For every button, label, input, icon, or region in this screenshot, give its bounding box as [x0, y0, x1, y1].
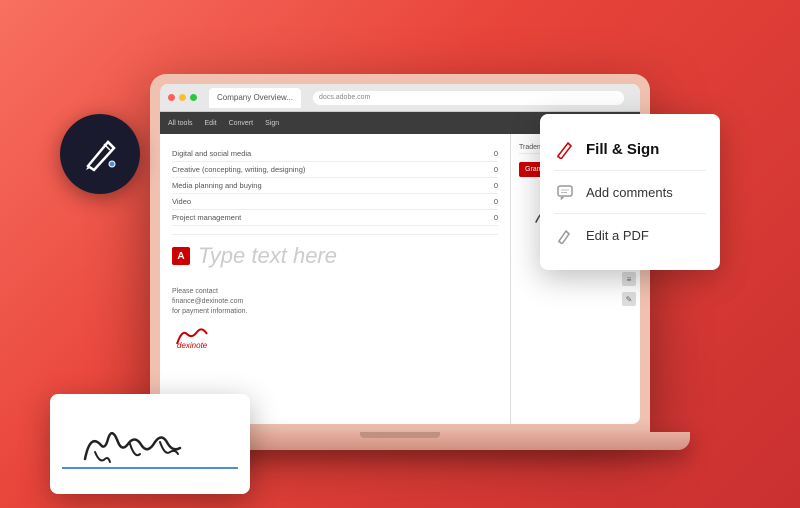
popup-fill-sign-item[interactable]: Fill & Sign — [554, 130, 706, 168]
browser-dot-green — [190, 94, 197, 101]
browser-chrome: Company Overview... docs.adobe.com — [160, 84, 640, 112]
pdf-side-icon-3[interactable]: ✎ — [622, 292, 636, 306]
svg-text:dexinote: dexinote — [177, 341, 208, 349]
type-placeholder: Type text here — [198, 243, 337, 269]
browser-dot-red — [168, 94, 175, 101]
popup-divider-1 — [554, 170, 706, 171]
browser-tab[interactable]: Company Overview... — [209, 88, 301, 108]
add-comments-label: Add comments — [586, 185, 673, 200]
table-row: Media planning and buying 0 — [172, 178, 498, 194]
fill-sign-circle-icon — [60, 114, 140, 194]
fill-sign-label: Fill & Sign — [586, 141, 659, 158]
toolbar-sign[interactable]: Sign — [265, 120, 279, 127]
popup-edit-pdf-item[interactable]: Edit a PDF — [554, 216, 706, 254]
adobe-logo-icon: A — [172, 247, 190, 265]
fill-sign-icon — [554, 138, 576, 160]
table-row: Video 0 — [172, 194, 498, 210]
signature-card — [50, 394, 250, 494]
table-row: Digital and social media 0 — [172, 146, 498, 162]
popup-add-comments-item[interactable]: Add comments — [554, 173, 706, 211]
add-comments-icon — [554, 181, 576, 203]
edit-pdf-label: Edit a PDF — [586, 228, 649, 243]
type-text-area[interactable]: A Type text here — [172, 234, 498, 277]
toolbar-all-tools[interactable]: All tools — [168, 120, 193, 127]
browser-dot-yellow — [179, 94, 186, 101]
toolbar-convert[interactable]: Convert — [229, 120, 254, 127]
table-row: Creative (concepting, writing, designing… — [172, 162, 498, 178]
signature-drawing — [70, 414, 230, 474]
fill-sign-popup: Fill & Sign Add comments — [540, 114, 720, 270]
pdf-side-icon-2[interactable]: ≡ — [622, 272, 636, 286]
toolbar-edit[interactable]: Edit — [205, 120, 217, 127]
popup-divider-2 — [554, 213, 706, 214]
pdf-content: Digital and social media 0 Creative (con… — [160, 134, 510, 424]
pdf-table: Digital and social media 0 Creative (con… — [172, 146, 498, 226]
table-row: Project management 0 — [172, 210, 498, 226]
signature-line — [62, 467, 238, 469]
pen-icon — [80, 134, 120, 174]
dexinote-logo: dexinote — [172, 324, 498, 352]
laptop-wrapper: Company Overview... docs.adobe.com All t… — [90, 54, 710, 474]
contact-info: Please contactfinance@dexinote.comfor pa… — [172, 287, 498, 316]
browser-url-bar[interactable]: docs.adobe.com — [313, 91, 624, 105]
edit-pdf-icon — [554, 224, 576, 246]
signature-inner — [50, 394, 250, 494]
